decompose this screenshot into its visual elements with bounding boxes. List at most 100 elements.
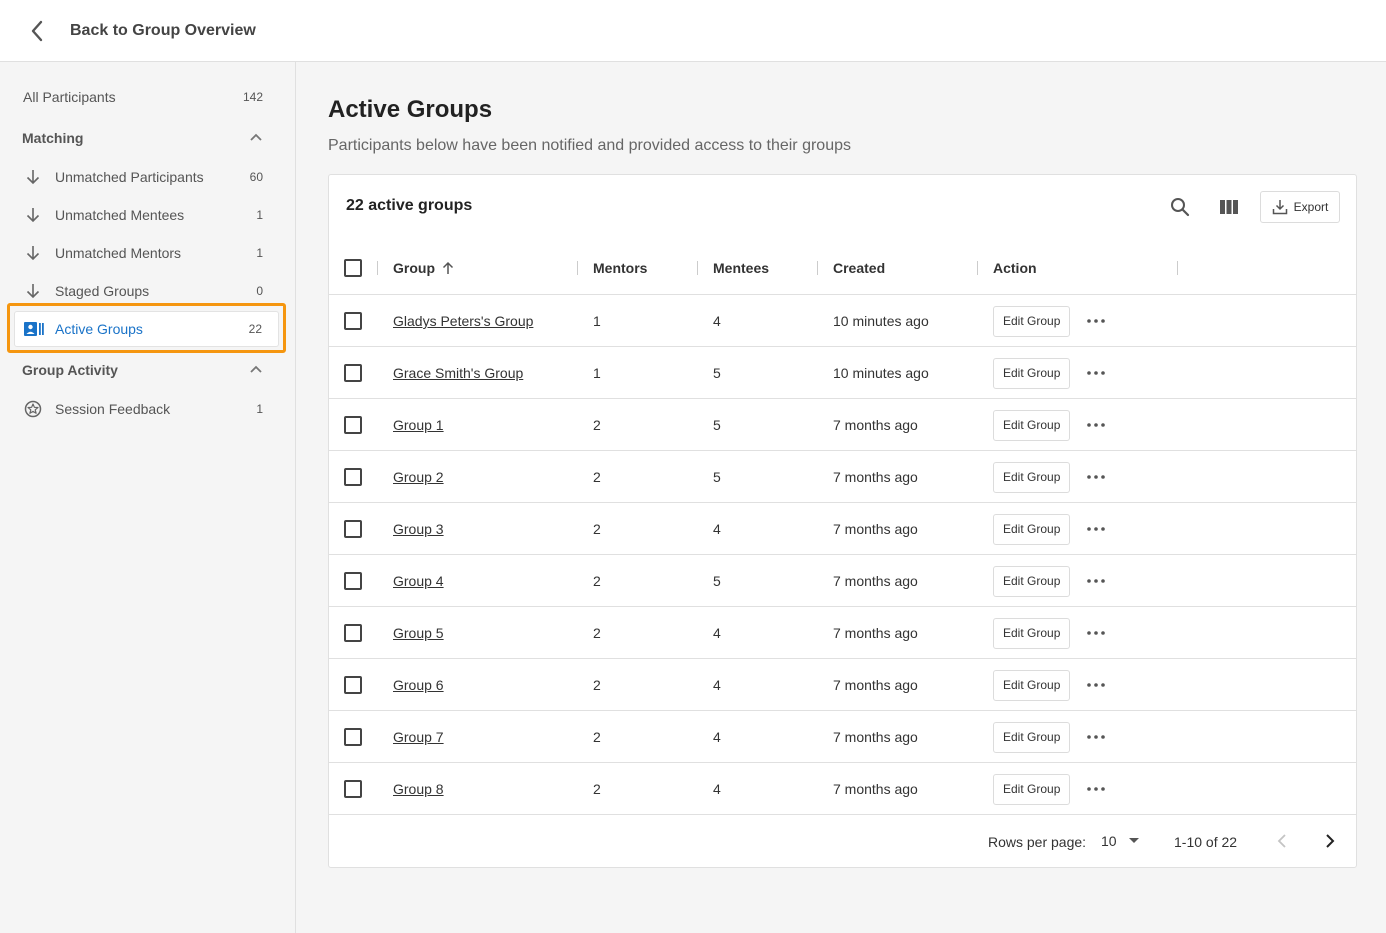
mentees-cell: 5 xyxy=(713,469,721,485)
mentors-cell: 1 xyxy=(593,313,601,329)
row-checkbox[interactable] xyxy=(344,624,362,642)
mentees-cell: 4 xyxy=(713,313,721,329)
previous-page-icon[interactable] xyxy=(1270,829,1294,853)
more-options-icon[interactable] xyxy=(1084,413,1108,437)
column-header-mentees[interactable]: Mentees xyxy=(713,241,769,295)
group-name-link[interactable]: Group 4 xyxy=(393,573,444,589)
group-name-link[interactable]: Group 3 xyxy=(393,521,444,537)
group-cell: Group 4 xyxy=(393,555,444,607)
sidebar-item-all-participants[interactable]: All Participants 142 xyxy=(0,78,295,116)
mentees-cell: 5 xyxy=(713,573,721,589)
table-row: Group 5 2 4 7 months ago Edit Group xyxy=(329,607,1356,659)
sidebar-section-group-activity[interactable]: Group Activity xyxy=(0,351,295,389)
columns-icon[interactable] xyxy=(1217,195,1241,219)
row-checkbox[interactable] xyxy=(344,728,362,746)
mentors-cell: 2 xyxy=(593,729,601,745)
sidebar-section-matching[interactable]: Matching xyxy=(0,119,295,157)
arrow-down-icon xyxy=(23,243,43,263)
created-cell: 7 months ago xyxy=(833,781,918,797)
sidebar-item-active-groups[interactable]: Active Groups 22 xyxy=(14,311,279,347)
sidebar-item-count: 1 xyxy=(256,246,263,260)
table-row: Group 3 2 4 7 months ago Edit Group xyxy=(329,503,1356,555)
row-checkbox[interactable] xyxy=(344,520,362,538)
edit-group-button[interactable]: Edit Group xyxy=(993,513,1071,545)
mentees-cell: 5 xyxy=(713,365,721,381)
row-checkbox-cell xyxy=(344,451,362,503)
sidebar-item-unmatched-participants[interactable]: Unmatched Participants 60 xyxy=(0,158,295,196)
created-cell: 7 months ago xyxy=(833,729,918,745)
row-checkbox-cell xyxy=(344,503,362,555)
group-name-link[interactable]: Group 8 xyxy=(393,781,444,797)
row-checkbox-cell xyxy=(344,555,362,607)
export-label: Export xyxy=(1293,200,1329,214)
next-page-icon[interactable] xyxy=(1318,829,1342,853)
group-name-link[interactable]: Group 2 xyxy=(393,469,444,485)
row-checkbox-cell xyxy=(344,347,362,399)
sidebar-item-staged-groups[interactable]: Staged Groups 0 xyxy=(0,272,295,310)
group-cell: Gladys Peters's Group xyxy=(393,295,533,347)
edit-group-button[interactable]: Edit Group xyxy=(993,773,1071,805)
select-all-checkbox[interactable] xyxy=(344,259,362,277)
edit-group-button[interactable]: Edit Group xyxy=(993,565,1071,597)
edit-group-button[interactable]: Edit Group xyxy=(993,409,1071,441)
column-header-created[interactable]: Created xyxy=(833,241,885,295)
back-arrow-icon[interactable] xyxy=(17,11,57,51)
group-name-link[interactable]: Grace Smith's Group xyxy=(393,365,523,381)
search-icon[interactable] xyxy=(1168,195,1192,219)
column-divider xyxy=(697,261,698,275)
row-checkbox[interactable] xyxy=(344,572,362,590)
group-name-link[interactable]: Group 1 xyxy=(393,417,444,433)
sidebar-item-label: Session Feedback xyxy=(55,401,171,417)
page-title: Active Groups xyxy=(328,96,493,123)
group-name-link[interactable]: Group 5 xyxy=(393,625,444,641)
feedback-icon xyxy=(23,399,43,419)
mentors-cell: 1 xyxy=(593,365,601,381)
sidebar-item-session-feedback[interactable]: Session Feedback 1 xyxy=(0,390,295,428)
more-options-icon[interactable] xyxy=(1084,465,1108,489)
rows-per-page-select[interactable]: 10 xyxy=(1101,833,1139,849)
group-name-link[interactable]: Gladys Peters's Group xyxy=(393,313,533,329)
sidebar-item-unmatched-mentors[interactable]: Unmatched Mentors 1 xyxy=(0,234,295,272)
row-checkbox[interactable] xyxy=(344,312,362,330)
top-bar: Back to Group Overview xyxy=(0,0,1386,62)
column-header-group[interactable]: Group xyxy=(393,241,455,295)
sidebar-item-count: 22 xyxy=(248,322,262,336)
row-checkbox[interactable] xyxy=(344,468,362,486)
row-checkbox[interactable] xyxy=(344,676,362,694)
more-options-icon[interactable] xyxy=(1084,777,1108,801)
more-options-icon[interactable] xyxy=(1084,621,1108,645)
edit-group-button[interactable]: Edit Group xyxy=(993,721,1071,753)
more-options-icon[interactable] xyxy=(1084,309,1108,333)
more-options-icon[interactable] xyxy=(1084,725,1108,749)
sidebar-item-label: Staged Groups xyxy=(55,283,150,299)
row-checkbox[interactable] xyxy=(344,364,362,382)
rows-per-page-value: 10 xyxy=(1101,833,1117,849)
group-card-icon xyxy=(24,319,44,339)
mentors-cell: 2 xyxy=(593,573,601,589)
row-checkbox-cell xyxy=(344,607,362,659)
more-options-icon[interactable] xyxy=(1084,361,1108,385)
section-label: Group Activity xyxy=(22,362,118,378)
action-cell: Edit Group xyxy=(993,399,1108,451)
edit-group-button[interactable]: Edit Group xyxy=(993,461,1071,493)
row-checkbox[interactable] xyxy=(344,416,362,434)
edit-group-button[interactable]: Edit Group xyxy=(993,357,1071,389)
sidebar-item-count: 1 xyxy=(256,208,263,222)
group-name-link[interactable]: Group 7 xyxy=(393,729,444,745)
export-button[interactable]: Export xyxy=(1260,191,1340,223)
column-header-mentors[interactable]: Mentors xyxy=(593,241,647,295)
mentees-cell: 4 xyxy=(713,521,721,537)
more-options-icon[interactable] xyxy=(1084,517,1108,541)
action-cell: Edit Group xyxy=(993,503,1108,555)
group-name-link[interactable]: Group 6 xyxy=(393,677,444,693)
back-to-overview-link[interactable]: Back to Group Overview xyxy=(70,22,256,40)
more-options-icon[interactable] xyxy=(1084,673,1108,697)
sidebar-item-unmatched-mentees[interactable]: Unmatched Mentees 1 xyxy=(0,196,295,234)
more-options-icon[interactable] xyxy=(1084,569,1108,593)
select-all-checkbox-cell xyxy=(344,241,362,295)
edit-group-button[interactable]: Edit Group xyxy=(993,305,1071,337)
edit-group-button[interactable]: Edit Group xyxy=(993,669,1071,701)
row-checkbox[interactable] xyxy=(344,780,362,798)
sidebar-item-count: 60 xyxy=(249,170,263,184)
edit-group-button[interactable]: Edit Group xyxy=(993,617,1071,649)
